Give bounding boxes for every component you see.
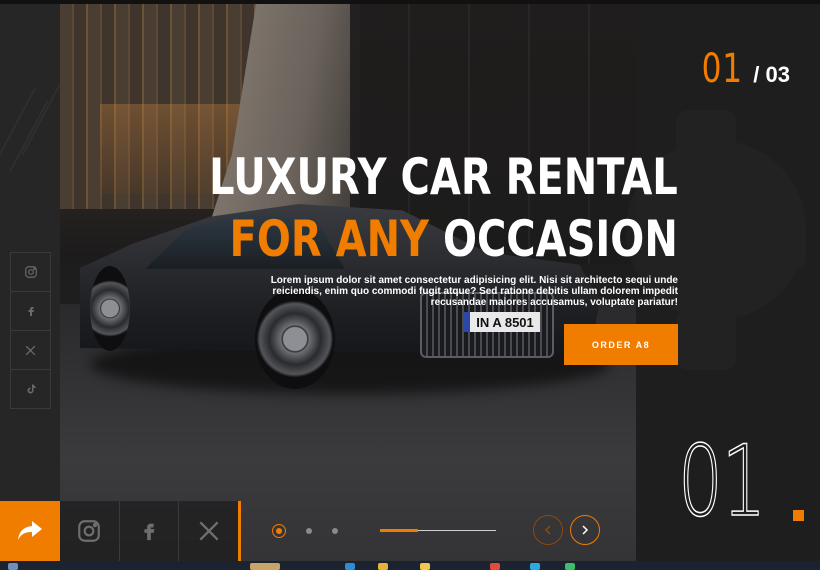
share-arrow-icon — [18, 521, 42, 540]
sidebar-instagram-link[interactable] — [10, 252, 51, 291]
tiktok-icon — [27, 384, 35, 394]
bottom-social-bar — [60, 501, 241, 561]
hero-description: Lorem ipsum dolor sit amet consectetur a… — [270, 275, 678, 308]
bottom-facebook-link[interactable] — [120, 501, 180, 561]
slide-counter-total: / 03 — [753, 62, 790, 87]
slide-counter-current: 01 — [702, 46, 744, 92]
bottom-instagram-link[interactable] — [60, 501, 120, 561]
slide-progress-bar — [380, 529, 496, 532]
order-button[interactable]: ORDER A8 — [564, 324, 678, 365]
social-sidebar — [10, 252, 51, 409]
facebook-icon — [144, 523, 155, 541]
headline-rest: OCCASION — [429, 210, 678, 268]
pagination-dot-2[interactable] — [306, 528, 312, 534]
slide-progress-fill — [380, 529, 419, 532]
x-twitter-icon — [199, 521, 219, 541]
bottom-x-link[interactable] — [179, 501, 238, 561]
chevron-left-icon — [544, 525, 551, 535]
sidebar-facebook-link[interactable] — [10, 291, 51, 330]
sidebar-tiktok-link[interactable] — [10, 369, 51, 409]
pagination-dot-3[interactable] — [332, 528, 338, 534]
big-slide-number: 01 — [677, 424, 766, 540]
chevron-right-icon — [582, 525, 589, 535]
os-taskbar — [0, 561, 820, 570]
headline-line-1: LUXURY CAR RENTAL — [209, 148, 678, 206]
instagram-icon — [24, 266, 37, 278]
big-number-dot — [793, 510, 804, 521]
headline-line-2: FOR ANY OCCASION — [209, 208, 678, 270]
pagination-dot-1[interactable] — [272, 524, 286, 538]
share-button[interactable] — [0, 501, 60, 561]
rear-wheel — [90, 266, 130, 351]
instagram-icon — [78, 520, 101, 542]
slide-pagination — [272, 524, 338, 538]
facebook-icon — [28, 307, 34, 316]
slide-counter: 01 / 03 — [690, 46, 790, 92]
headline-accent: FOR ANY — [229, 210, 430, 268]
sidebar-x-link[interactable] — [10, 330, 51, 369]
prev-slide-button[interactable] — [533, 515, 563, 545]
license-plate: IN A 8501 — [464, 312, 540, 332]
x-twitter-icon — [25, 345, 36, 355]
hero-headline: LUXURY CAR RENTAL FOR ANY OCCASION — [92, 146, 678, 270]
next-slide-button[interactable] — [570, 515, 600, 545]
